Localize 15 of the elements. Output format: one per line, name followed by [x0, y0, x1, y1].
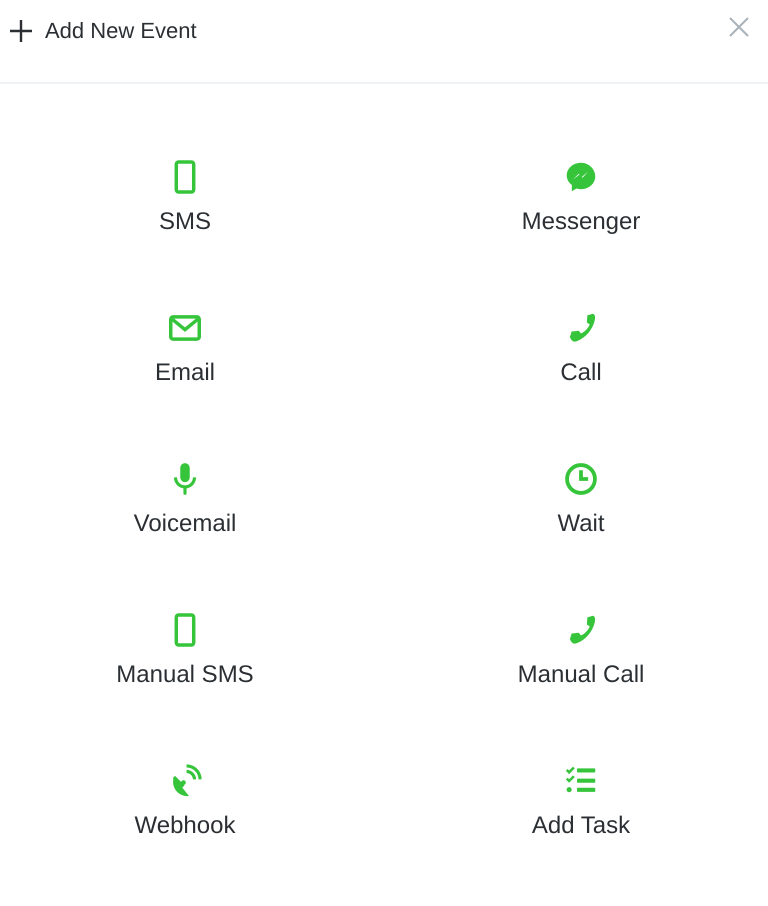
event-option[interactable]: Voicemail: [0, 460, 370, 611]
close-button[interactable]: [728, 16, 750, 38]
event-option[interactable]: Call: [394, 309, 768, 460]
event-option[interactable]: Wait: [394, 460, 768, 611]
event-option[interactable]: SMS: [0, 158, 370, 309]
clock-icon: [562, 460, 600, 498]
event-option[interactable]: Manual Call: [394, 611, 768, 762]
plus-icon: [8, 18, 34, 44]
close-icon: [728, 16, 750, 38]
event-option[interactable]: Webhook: [0, 762, 370, 906]
event-option[interactable]: Messenger: [394, 158, 768, 309]
dialog-title: Add New Event: [45, 17, 197, 45]
event-option[interactable]: Email: [0, 309, 370, 460]
event-option[interactable]: Add Task: [394, 762, 768, 906]
event-option[interactable]: Manual SMS: [0, 611, 370, 762]
